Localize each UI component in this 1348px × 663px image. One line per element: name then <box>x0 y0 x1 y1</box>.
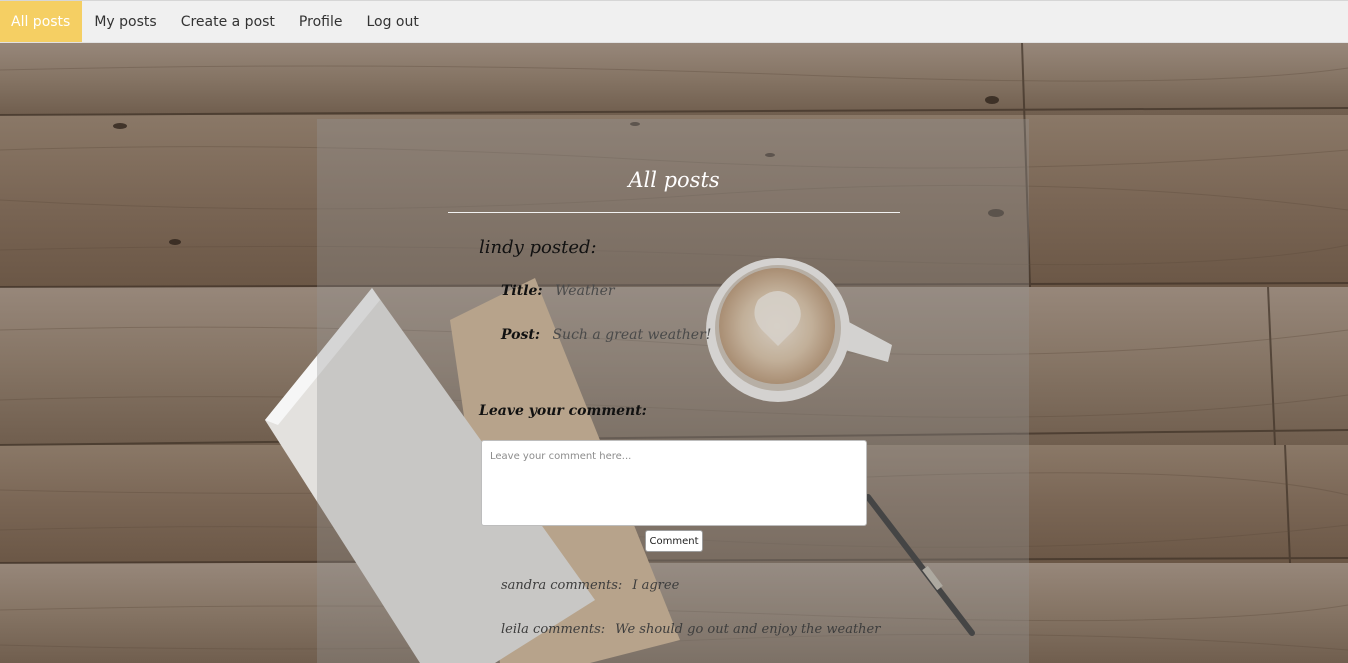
comment-button[interactable]: Comment <box>645 530 703 552</box>
top-navbar: All posts My posts Create a post Profile… <box>0 0 1348 43</box>
nav-my-posts[interactable]: My posts <box>82 1 168 42</box>
post-author: lindy posted: <box>479 237 597 258</box>
comment-text: I agree <box>632 578 680 593</box>
nav-profile[interactable]: Profile <box>287 1 355 42</box>
comment-input[interactable] <box>481 440 867 526</box>
post-body-label: Post: <box>501 327 541 343</box>
nav-create-post[interactable]: Create a post <box>169 1 287 42</box>
comment-author: sandra comments: <box>501 578 623 593</box>
comment-text: We should go out and enjoy the weather <box>615 622 881 637</box>
nav-log-out[interactable]: Log out <box>354 1 430 42</box>
post-title-label: Title: <box>501 283 543 299</box>
comment-heading: Leave your comment: <box>479 403 647 419</box>
post-body-row: Post: Such a great weather! <box>501 327 711 343</box>
post-title-value: Weather <box>555 283 615 299</box>
post-title-row: Title: Weather <box>501 283 615 299</box>
nav-all-posts[interactable]: All posts <box>0 1 83 42</box>
comment-item: leila comments: We should go out and enjo… <box>501 622 880 637</box>
comment-item: sandra comments: I agree <box>501 578 679 593</box>
page-title: All posts <box>628 168 720 192</box>
title-divider <box>448 212 900 213</box>
post-body-value: Such a great weather! <box>552 327 712 343</box>
comment-author: leila comments: <box>501 622 606 637</box>
